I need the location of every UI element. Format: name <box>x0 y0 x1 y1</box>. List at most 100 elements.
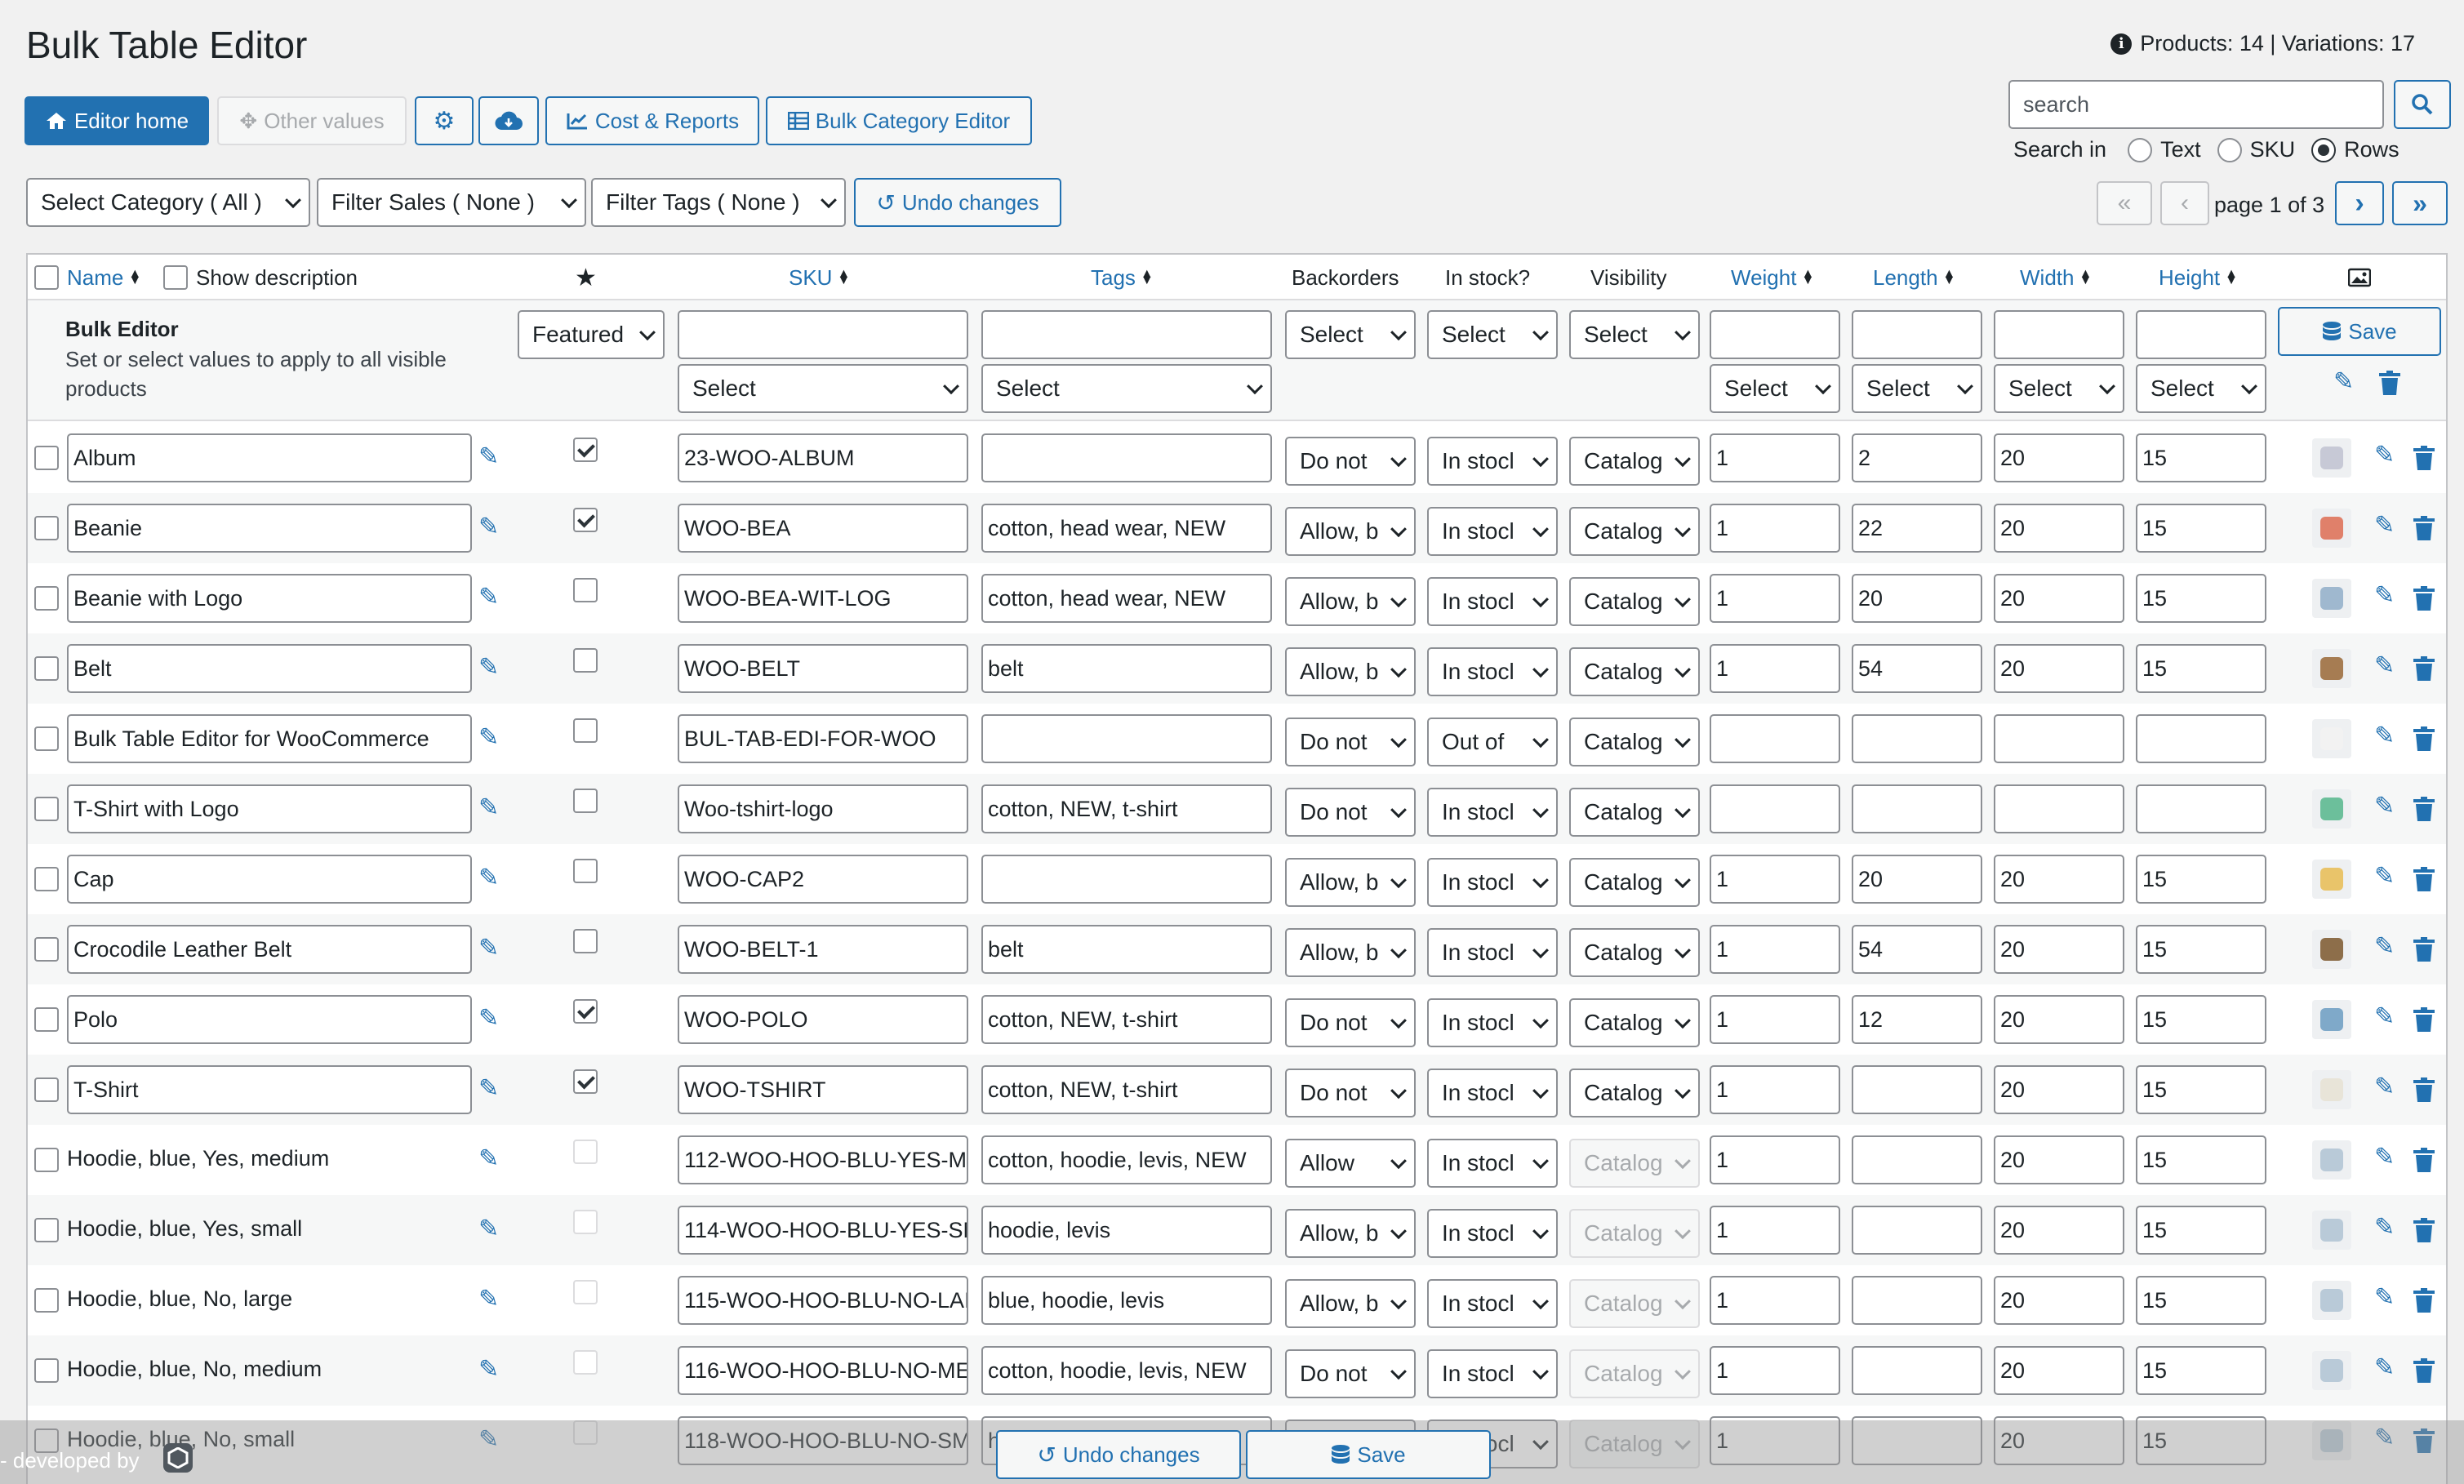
backorders-select[interactable]: Allow, b <box>1285 928 1416 977</box>
row-checkbox[interactable] <box>34 1007 59 1032</box>
trash-icon[interactable] <box>2413 797 2435 821</box>
trash-icon[interactable] <box>2413 726 2435 751</box>
edit-icon[interactable]: ✎ <box>478 513 499 541</box>
featured-checkbox[interactable] <box>573 648 598 673</box>
bulk-featured-select[interactable]: Featured <box>518 310 665 359</box>
product-name-input[interactable]: Album <box>67 433 472 482</box>
width-input[interactable]: 20 <box>1994 433 2124 482</box>
product-name-input[interactable]: Bulk Table Editor for WooCommerce <box>67 714 472 763</box>
product-name-input[interactable]: Crocodile Leather Belt <box>67 925 472 974</box>
edit-icon[interactable]: ✎ <box>2374 511 2395 540</box>
edit-icon[interactable]: ✎ <box>2374 581 2395 610</box>
cost-reports-button[interactable]: Cost & Reports <box>545 96 759 145</box>
visibility-select[interactable]: Catalog <box>1569 1139 1700 1188</box>
stock-select[interactable]: In stocl <box>1427 998 1558 1047</box>
length-input[interactable]: 22 <box>1852 504 1982 553</box>
trash-icon[interactable] <box>2413 1148 2435 1172</box>
trash-icon[interactable] <box>2413 446 2435 470</box>
tags-input[interactable]: belt <box>981 925 1272 974</box>
filter-tags-dropdown[interactable]: Filter Tags ( None ) <box>591 178 846 227</box>
featured-checkbox[interactable] <box>573 789 598 813</box>
trash-icon[interactable] <box>2413 586 2435 611</box>
height-input[interactable]: 15 <box>2136 855 2266 904</box>
weight-input[interactable]: 1 <box>1710 1346 1840 1395</box>
featured-checkbox[interactable] <box>573 929 598 953</box>
weight-input[interactable]: 1 <box>1710 644 1840 693</box>
search-input[interactable]: search <box>2008 80 2384 129</box>
backorders-select[interactable]: Allow <box>1285 1139 1416 1188</box>
show-description-checkbox[interactable] <box>163 265 188 290</box>
length-input[interactable]: 54 <box>1852 925 1982 974</box>
visibility-select[interactable]: Catalog <box>1569 507 1700 556</box>
edit-icon[interactable]: ✎ <box>2374 1143 2395 1171</box>
tags-input[interactable]: blue, hoodie, levis <box>981 1276 1272 1325</box>
product-name-input[interactable]: T-Shirt with Logo <box>67 784 472 833</box>
weight-input[interactable]: 1 <box>1710 1276 1840 1325</box>
product-name-input[interactable]: T-Shirt <box>67 1065 472 1114</box>
bulk-weight-input[interactable] <box>1710 310 1840 359</box>
length-input[interactable]: 54 <box>1852 644 1982 693</box>
weight-input[interactable]: 1 <box>1710 1135 1840 1184</box>
tags-input[interactable]: cotton, NEW, t-shirt <box>981 784 1272 833</box>
height-input[interactable]: 15 <box>2136 1206 2266 1255</box>
featured-checkbox[interactable] <box>573 999 598 1024</box>
width-input[interactable]: 20 <box>1994 1346 2124 1395</box>
visibility-select[interactable]: Catalog <box>1569 1069 1700 1117</box>
weight-input[interactable]: 1 <box>1710 574 1840 623</box>
tags-input[interactable] <box>981 855 1272 904</box>
backorders-select[interactable]: Do not <box>1285 1349 1416 1398</box>
backorders-select[interactable]: Allow, b <box>1285 1209 1416 1258</box>
stock-select[interactable]: Out of <box>1427 718 1558 766</box>
trash-icon[interactable] <box>2413 1218 2435 1242</box>
stock-select[interactable]: In stocl <box>1427 1279 1558 1328</box>
bulk-visibility-select[interactable]: Select <box>1569 310 1700 359</box>
radio-sku[interactable] <box>2217 138 2242 162</box>
visibility-select[interactable]: Catalog <box>1569 577 1700 626</box>
visibility-select[interactable]: Catalog <box>1569 1209 1700 1258</box>
visibility-select[interactable]: Catalog <box>1569 1349 1700 1398</box>
sku-input[interactable]: 112-WOO-HOO-BLU-YES-ME <box>678 1135 968 1184</box>
edit-icon[interactable]: ✎ <box>478 934 499 962</box>
featured-checkbox[interactable] <box>573 508 598 532</box>
visibility-select[interactable]: Catalog <box>1569 647 1700 696</box>
edit-icon[interactable]: ✎ <box>2374 1283 2395 1312</box>
bulk-stock-select[interactable]: Select <box>1427 310 1558 359</box>
bulk-length-input[interactable] <box>1852 310 1982 359</box>
visibility-select[interactable]: Catalog <box>1569 928 1700 977</box>
edit-icon[interactable]: ✎ <box>478 793 499 822</box>
footer-save-button[interactable]: Save <box>1246 1430 1491 1479</box>
sku-input[interactable]: WOO-BEA <box>678 504 968 553</box>
stock-select[interactable]: In stocl <box>1427 647 1558 696</box>
row-checkbox[interactable] <box>34 867 59 891</box>
height-input[interactable]: 15 <box>2136 1276 2266 1325</box>
stock-select[interactable]: In stocl <box>1427 788 1558 837</box>
width-input[interactable]: 20 <box>1994 1065 2124 1114</box>
stock-select[interactable]: In stocl <box>1427 1349 1558 1398</box>
radio-rows[interactable] <box>2311 138 2336 162</box>
row-checkbox[interactable] <box>34 797 59 821</box>
height-input[interactable]: 15 <box>2136 1135 2266 1184</box>
backorders-select[interactable]: Do not <box>1285 788 1416 837</box>
edit-icon[interactable]: ✎ <box>478 723 499 752</box>
row-checkbox[interactable] <box>34 586 59 611</box>
width-input[interactable]: 20 <box>1994 504 2124 553</box>
tags-input[interactable]: cotton, NEW, t-shirt <box>981 995 1272 1044</box>
edit-icon[interactable]: ✎ <box>2374 932 2395 961</box>
search-button[interactable] <box>2394 80 2451 129</box>
backorders-select[interactable]: Do not <box>1285 718 1416 766</box>
edit-icon[interactable]: ✎ <box>2374 1073 2395 1101</box>
edit-icon[interactable]: ✎ <box>2374 441 2395 469</box>
length-input[interactable] <box>1852 1346 1982 1395</box>
length-input[interactable]: 20 <box>1852 574 1982 623</box>
bulk-category-editor-button[interactable]: Bulk Category Editor <box>766 96 1032 145</box>
row-checkbox[interactable] <box>34 516 59 540</box>
edit-icon[interactable]: ✎ <box>478 442 499 471</box>
stock-select[interactable]: In stocl <box>1427 577 1558 626</box>
height-input[interactable] <box>2136 714 2266 763</box>
sku-input[interactable]: 114-WOO-HOO-BLU-YES-SM <box>678 1206 968 1255</box>
header-weight[interactable]: Weight▲▼ <box>1731 255 1814 300</box>
tags-input[interactable]: cotton, hoodie, levis, NEW <box>981 1346 1272 1395</box>
sku-input[interactable]: 115-WOO-HOO-BLU-NO-LAI <box>678 1276 968 1325</box>
edit-icon[interactable]: ✎ <box>2374 862 2395 891</box>
sku-input[interactable]: WOO-BELT <box>678 644 968 693</box>
